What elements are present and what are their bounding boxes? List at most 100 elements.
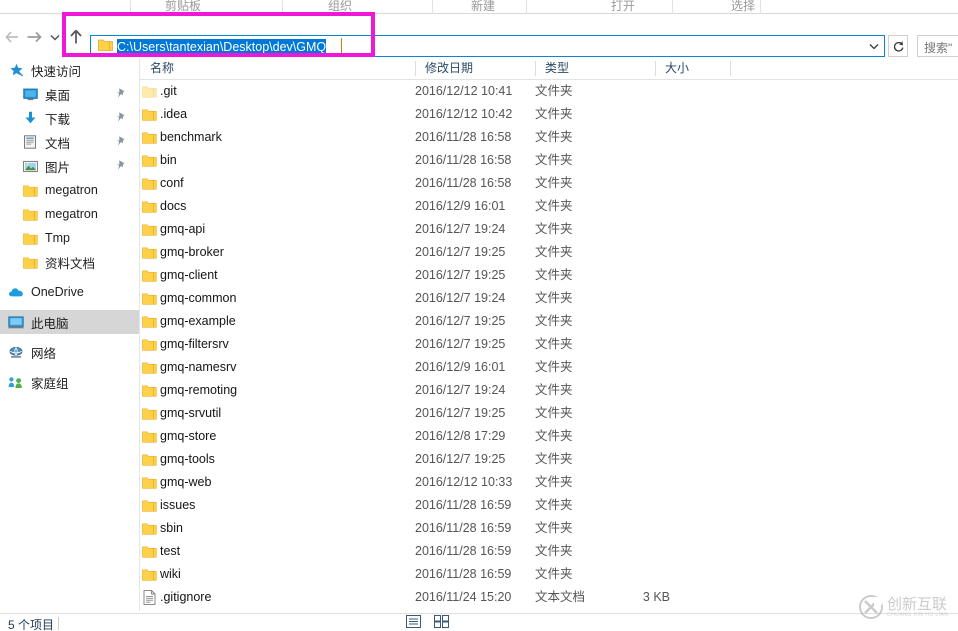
recent-locations-button[interactable] <box>45 28 65 46</box>
sidebar-item-2[interactable]: 下载 <box>0 106 139 130</box>
table-row[interactable]: wiki 2016/11/28 16:59 文件夹 <box>141 563 958 586</box>
sidebar-item-label: Tmp <box>45 231 70 245</box>
up-button[interactable] <box>66 28 86 46</box>
search-input[interactable]: 搜索" <box>917 35 958 57</box>
table-row[interactable]: gmq-api 2016/12/7 19:24 文件夹 <box>141 218 958 241</box>
column-header-type[interactable]: 类型 <box>535 58 655 79</box>
table-row[interactable]: .travis.yml 2016/11/24 15:20 YML 文件 1 KB <box>141 609 958 611</box>
column-divider[interactable] <box>535 61 536 76</box>
pin-icon[interactable] <box>115 87 127 99</box>
file-size-cell <box>595 126 670 149</box>
file-name-cell: conf <box>160 176 184 190</box>
file-name-cell: benchmark <box>160 130 222 144</box>
column-divider[interactable] <box>655 61 656 76</box>
file-type-cell: 文件夹 <box>535 383 573 397</box>
sidebar-item-11[interactable]: 网络 <box>0 340 139 364</box>
onedrive-icon <box>8 284 24 300</box>
large-icons-view-icon[interactable] <box>434 615 450 630</box>
item-count-label: 5 个项目 <box>8 618 55 631</box>
folder-icon <box>141 406 157 421</box>
forward-button[interactable] <box>24 28 44 46</box>
file-date-cell: 2016/11/28 16:59 <box>415 498 512 512</box>
table-row[interactable]: gmq-broker 2016/12/7 19:25 文件夹 <box>141 241 958 264</box>
sidebar-item-0[interactable]: 快速访问 <box>0 58 139 82</box>
file-list[interactable]: .git 2016/12/12 10:41 文件夹 .idea 2016/12/12 1… <box>141 80 958 611</box>
table-row[interactable]: gmq-filtersrv 2016/12/7 19:25 文件夹 <box>141 333 958 356</box>
table-row[interactable]: gmq-remoting 2016/12/7 19:24 文件夹 <box>141 379 958 402</box>
file-size-cell <box>595 494 670 517</box>
file-date-cell: 2016/11/28 16:59 <box>415 544 512 558</box>
table-row[interactable]: gmq-client 2016/12/7 19:25 文件夹 <box>141 264 958 287</box>
sidebar-item-1[interactable]: 桌面 <box>0 82 139 106</box>
table-row[interactable]: bin 2016/11/28 16:58 文件夹 <box>141 149 958 172</box>
navigation-bar: C:\Users\tantexian\Desktop\dev\GMQ 搜索" <box>0 14 958 58</box>
file-type-cell: 文本文档 <box>535 590 586 604</box>
table-row[interactable]: gmq-srvutil 2016/12/7 19:25 文件夹 <box>141 402 958 425</box>
file-type-cell: 文件夹 <box>535 429 573 443</box>
sidebar-item-8[interactable]: 资料文档 <box>0 250 139 274</box>
sidebar-item-5[interactable]: megatron <box>0 178 139 202</box>
file-size-cell <box>595 402 670 425</box>
table-row[interactable]: gmq-web 2016/12/12 10:33 文件夹 <box>141 471 958 494</box>
table-row[interactable]: gmq-tools 2016/12/7 19:25 文件夹 <box>141 448 958 471</box>
table-row[interactable]: gmq-store 2016/12/8 17:29 文件夹 <box>141 425 958 448</box>
column-header-date[interactable]: 修改日期 <box>415 58 535 79</box>
sidebar-item-label: 资料文档 <box>45 256 96 271</box>
navigation-pane[interactable]: 快速访问桌面下载文档图片 megatron megatron Tmp 资料文档 OneDr… <box>0 58 140 611</box>
pin-icon[interactable] <box>115 159 127 171</box>
desktop-icon <box>22 86 38 102</box>
table-row[interactable]: test 2016/11/28 16:59 文件夹 <box>141 540 958 563</box>
file-date-cell: 2016/11/28 16:58 <box>415 153 512 167</box>
table-row[interactable]: gmq-namesrv 2016/12/9 16:01 文件夹 <box>141 356 958 379</box>
sidebar-item-3[interactable]: 文档 <box>0 130 139 154</box>
file-name-cell: bin <box>160 153 177 167</box>
table-row[interactable]: .git 2016/12/12 10:41 文件夹 <box>141 80 958 103</box>
table-row[interactable]: sbin 2016/11/28 16:59 文件夹 <box>141 517 958 540</box>
sidebar-item-4[interactable]: 图片 <box>0 154 139 178</box>
address-input-value[interactable]: C:\Users\tantexian\Desktop\dev\GMQ <box>117 39 327 54</box>
file-date-cell: 2016/12/7 19:24 <box>415 383 506 397</box>
pin-icon[interactable] <box>115 135 127 147</box>
column-header-name[interactable]: 名称 <box>140 58 415 79</box>
folder-icon <box>141 498 157 513</box>
table-row[interactable]: benchmark 2016/11/28 16:58 文件夹 <box>141 126 958 149</box>
file-size-cell <box>595 264 670 287</box>
table-row[interactable]: gmq-common 2016/12/7 19:24 文件夹 <box>141 287 958 310</box>
file-type-cell: 文件夹 <box>535 567 573 581</box>
sidebar-item-label: 快速访问 <box>31 64 82 79</box>
file-size-cell <box>595 218 670 241</box>
column-divider[interactable] <box>730 61 731 76</box>
status-divider <box>58 617 59 630</box>
column-header-size[interactable]: 大小 <box>655 58 730 79</box>
details-view-icon[interactable] <box>406 615 422 630</box>
ribbon-group-3: 打开 <box>610 0 635 13</box>
table-row[interactable]: .idea 2016/12/12 10:42 文件夹 <box>141 103 958 126</box>
sidebar-item-6[interactable]: megatron <box>0 202 139 226</box>
table-row[interactable]: docs 2016/12/9 16:01 文件夹 <box>141 195 958 218</box>
file-name-cell: gmq-filtersrv <box>160 337 229 351</box>
folder-icon <box>141 291 157 306</box>
sidebar-item-label: OneDrive <box>31 285 84 299</box>
sidebar-item-10[interactable]: 此电脑 <box>0 310 139 334</box>
folder-icon <box>22 206 38 222</box>
column-divider[interactable] <box>415 61 416 76</box>
file-name-cell: .idea <box>160 107 188 121</box>
table-row[interactable]: conf 2016/11/28 16:58 文件夹 <box>141 172 958 195</box>
column-header-row: 名称 修改日期 类型 大小 <box>140 58 958 80</box>
chevron-down-icon[interactable] <box>868 40 880 54</box>
file-explorer-window: 剪贴板 组织 新建 打开 选择 C:\Users\tantexian\Deskt… <box>0 0 958 631</box>
refresh-button[interactable] <box>888 35 908 57</box>
file-size-cell <box>595 172 670 195</box>
sidebar-item-label: 图片 <box>45 160 71 175</box>
table-row[interactable]: .gitignore 2016/11/24 15:20 文本文档 3 KB <box>141 586 958 609</box>
table-row[interactable]: issues 2016/11/28 16:59 文件夹 <box>141 494 958 517</box>
pictures-icon <box>22 158 38 174</box>
table-row[interactable]: gmq-example 2016/12/7 19:25 文件夹 <box>141 310 958 333</box>
sidebar-item-label: 下载 <box>45 112 71 127</box>
sidebar-item-7[interactable]: Tmp <box>0 226 139 250</box>
sidebar-item-9[interactable]: OneDrive <box>0 280 139 304</box>
back-button[interactable] <box>2 28 22 46</box>
sidebar-item-12[interactable]: 家庭组 <box>0 370 139 394</box>
file-type-cell: 文件夹 <box>535 222 573 236</box>
pin-icon[interactable] <box>115 111 127 123</box>
